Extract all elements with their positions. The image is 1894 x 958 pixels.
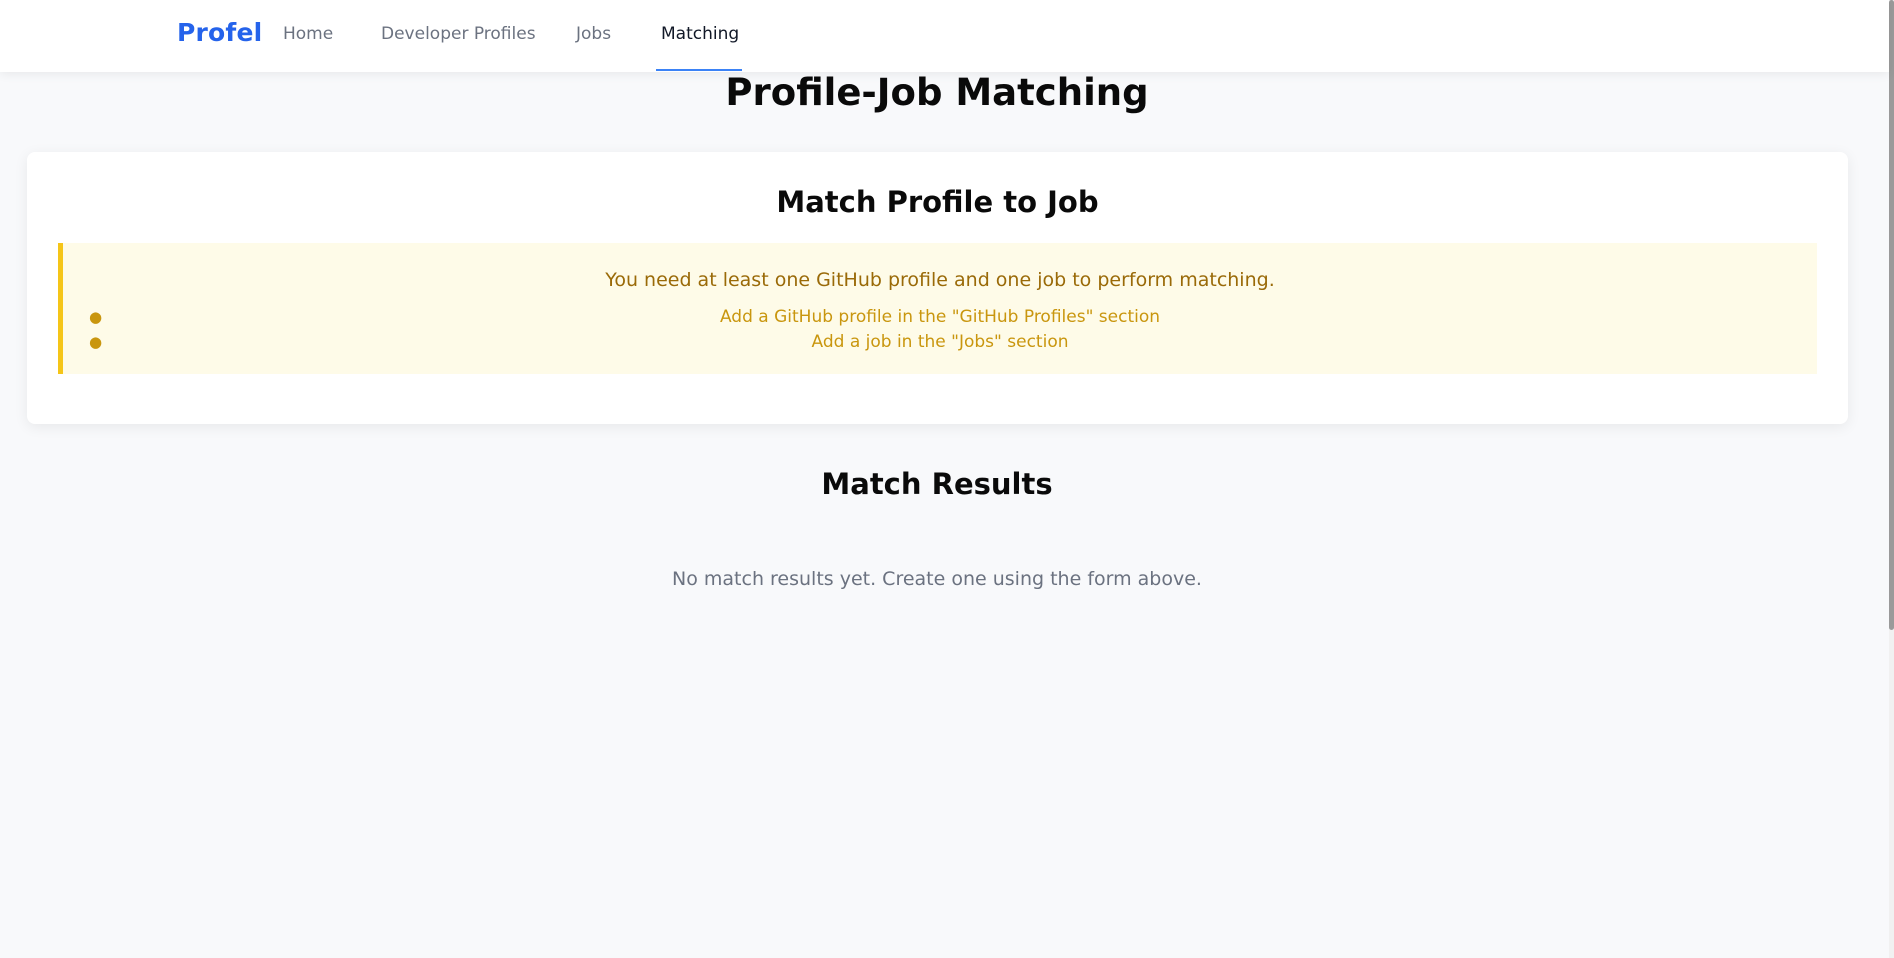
brand-logo[interactable]: Profel — [177, 17, 262, 49]
nav-link-developer-profiles[interactable]: Developer Profiles — [381, 23, 536, 45]
top-navigation: Profel Home Developer Profiles Jobs Matc… — [0, 0, 1889, 72]
warning-item-add-job: Add a job in the "Jobs" section — [811, 332, 1069, 352]
match-form-card: Match Profile to Job You need at least o… — [27, 152, 1848, 424]
active-tab-indicator — [656, 69, 742, 71]
nav-link-matching[interactable]: Matching — [661, 23, 739, 45]
match-results-title: Match Results — [821, 467, 1053, 501]
match-card-title: Match Profile to Job — [776, 185, 1099, 219]
page-title: Profile-Job Matching — [725, 71, 1149, 114]
nav-link-home[interactable]: Home — [283, 23, 333, 45]
list-item: ● Add a job in the "Jobs" section — [63, 330, 1817, 355]
warning-message: You need at least one GitHub profile and… — [605, 269, 1275, 291]
list-item: ● Add a GitHub profile in the "GitHub Pr… — [63, 305, 1817, 330]
warning-list: ● Add a GitHub profile in the "GitHub Pr… — [63, 305, 1817, 355]
warning-item-add-profile: Add a GitHub profile in the "GitHub Prof… — [719, 307, 1161, 327]
nav-link-jobs[interactable]: Jobs — [576, 23, 611, 45]
requirements-warning: You need at least one GitHub profile and… — [58, 243, 1817, 374]
scrollbar-thumb[interactable] — [1889, 0, 1894, 630]
bullet-icon: ● — [89, 308, 103, 326]
empty-results-message: No match results yet. Create one using t… — [672, 568, 1202, 590]
bullet-icon: ● — [89, 333, 103, 351]
